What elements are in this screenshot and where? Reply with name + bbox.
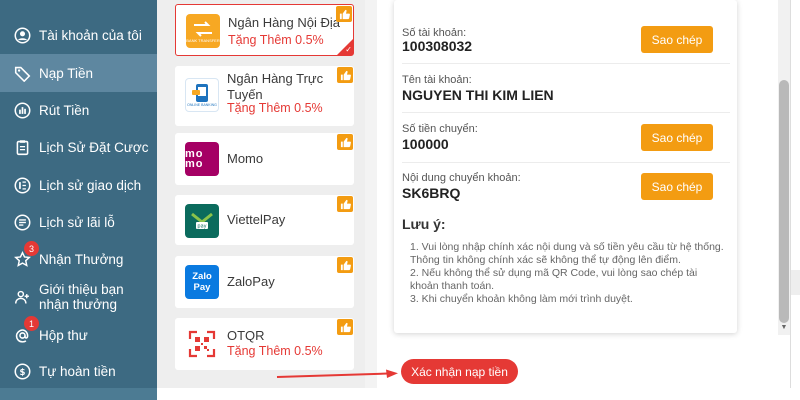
method-bonus: Tặng Thêm 0.5% xyxy=(228,33,324,47)
referral-icon xyxy=(13,288,31,306)
bottom-strip xyxy=(0,388,800,400)
sidebar-item-label: Nạp Tiền xyxy=(39,65,94,81)
note-item: 3. Khi chuyển khoản không làm mới trình … xyxy=(410,293,633,305)
notes-list: 1. Vui lòng nhập chính xác nội dung và s… xyxy=(410,241,728,306)
sidebar-item-label: Rút Tiền xyxy=(39,102,90,118)
sidebar: Tài khoản của tôi Nạp Tiền Rút Tiền Lịch… xyxy=(0,0,157,388)
sidebar-item-label: Tự hoàn tiền xyxy=(39,363,116,379)
transfer-content-value: SK6BRQ xyxy=(402,185,461,201)
method-name: Ngân Hàng Nội Địa xyxy=(228,15,341,30)
refund-icon: $ xyxy=(13,362,31,380)
divider xyxy=(402,162,730,163)
method-viettelpay[interactable]: pay ViettelPay xyxy=(175,195,354,245)
transfer-content-label: Nội dung chuyển khoản: xyxy=(402,172,521,184)
method-name: OTQR xyxy=(227,328,265,343)
divider xyxy=(402,63,730,64)
thumbs-up-icon xyxy=(337,257,353,273)
account-name-value: NGUYEN THI KIM LIEN xyxy=(402,87,554,103)
thumbs-up-icon xyxy=(337,67,353,83)
sidebar-item-label: Lịch sử giao dịch xyxy=(39,177,142,193)
method-name: Momo xyxy=(227,151,264,166)
viettelpay-logo: pay xyxy=(185,204,219,238)
panel-gap xyxy=(365,0,377,388)
svg-text:$: $ xyxy=(19,367,25,377)
notification-badge: 3 xyxy=(24,241,39,256)
bar-chart-icon xyxy=(13,101,31,119)
momo-logo: mo mo xyxy=(185,142,219,176)
note-item: 2. Nếu không thể sử dụng mã QR Code, vui… xyxy=(410,267,698,292)
zalopay-logo: Zalo Pay xyxy=(185,265,219,299)
sidebar-item-transaction-history[interactable]: Lịch sử giao dịch xyxy=(0,168,157,202)
notes-title: Lưu ý: xyxy=(402,216,446,232)
method-online-bank[interactable]: ONLINE BANKING Ngân Hàng Trực Tuyến Tặng… xyxy=(175,66,354,126)
sidebar-item-label: Lịch Sử Đặt Cược xyxy=(39,139,149,155)
online-banking-logo: ONLINE BANKING xyxy=(185,78,219,112)
thumbs-up-icon xyxy=(337,196,353,212)
method-name: Ngân Hàng Trực Tuyến xyxy=(227,71,324,102)
method-momo[interactable]: mo mo Momo xyxy=(175,133,354,185)
sidebar-item-bet-history[interactable]: Lịch Sử Đặt Cược xyxy=(0,130,157,164)
clipboard-icon xyxy=(13,138,31,156)
sidebar-item-label: Giới thiệu bạn nhận thưởng xyxy=(39,282,124,312)
sidebar-item-label: Nhận Thưởng xyxy=(39,251,124,267)
confirm-deposit-button[interactable]: Xác nhận nạp tiền xyxy=(401,359,518,384)
thumbs-up-icon xyxy=(336,6,352,22)
copy-account-number-button[interactable]: Sao chép xyxy=(641,26,713,53)
background-page-edge xyxy=(790,0,800,388)
sidebar-item-label: Hộp thư xyxy=(39,327,88,343)
svg-text:pay: pay xyxy=(197,224,206,230)
sidebar-item-label: Lịch sử lãi lỗ xyxy=(39,214,115,230)
amount-value: 100000 xyxy=(402,136,449,152)
thumbs-up-icon xyxy=(337,134,353,150)
method-name: ZaloPay xyxy=(227,274,275,289)
red-arrow-annotation xyxy=(276,369,398,378)
method-domestic-bank[interactable]: BANK TRANSFER Ngân Hàng Nội Địa Tặng Thê… xyxy=(175,4,354,56)
method-name: ViettelPay xyxy=(227,212,286,227)
scrollbar-thumb[interactable] xyxy=(779,80,789,323)
divider xyxy=(402,112,730,113)
sidebar-item-auto-refund[interactable]: $ Tự hoàn tiền xyxy=(0,354,157,388)
method-bonus: Tặng Thêm 0.5% xyxy=(227,101,323,115)
clipped-text: ··· xyxy=(402,0,432,5)
list-icon xyxy=(13,176,31,194)
sidebar-item-deposit[interactable]: Nạp Tiền xyxy=(0,54,157,92)
user-circle-icon xyxy=(13,26,31,44)
tag-icon xyxy=(13,64,31,82)
note-item: 1. Vui lòng nhập chính xác nội dung và s… xyxy=(410,241,724,266)
method-otqr[interactable]: OTQR Tặng Thêm 0.5% xyxy=(175,318,354,370)
sidebar-item-my-account[interactable]: Tài khoản của tôi xyxy=(0,18,157,52)
report-icon xyxy=(13,213,31,231)
amount-label: Số tiền chuyển: xyxy=(402,123,478,135)
copy-content-button[interactable]: Sao chép xyxy=(641,173,713,200)
sidebar-item-referral[interactable]: Giới thiệu bạn nhận thưởng xyxy=(0,280,157,314)
copy-amount-button[interactable]: Sao chép xyxy=(641,124,713,151)
bank-transfer-logo: BANK TRANSFER xyxy=(186,14,220,48)
sidebar-item-profit-loss-history[interactable]: Lịch sử lãi lỗ xyxy=(0,205,157,239)
account-number-value: 100308032 xyxy=(402,38,473,54)
account-name-label: Tên tài khoản: xyxy=(402,74,472,86)
sidebar-item-label: Tài khoản của tôi xyxy=(39,27,142,43)
qr-code-icon xyxy=(185,327,219,361)
method-bonus: Tặng Thêm 0.5% xyxy=(227,344,323,358)
method-zalopay[interactable]: Zalo Pay ZaloPay xyxy=(175,256,354,308)
sidebar-item-withdraw[interactable]: Rút Tiền xyxy=(0,93,157,127)
scroll-down-arrow-icon[interactable]: ▼ xyxy=(779,323,789,333)
thumbs-up-icon xyxy=(337,319,353,335)
notification-badge: 1 xyxy=(24,316,39,331)
selected-check-icon: ✓ xyxy=(337,39,353,55)
